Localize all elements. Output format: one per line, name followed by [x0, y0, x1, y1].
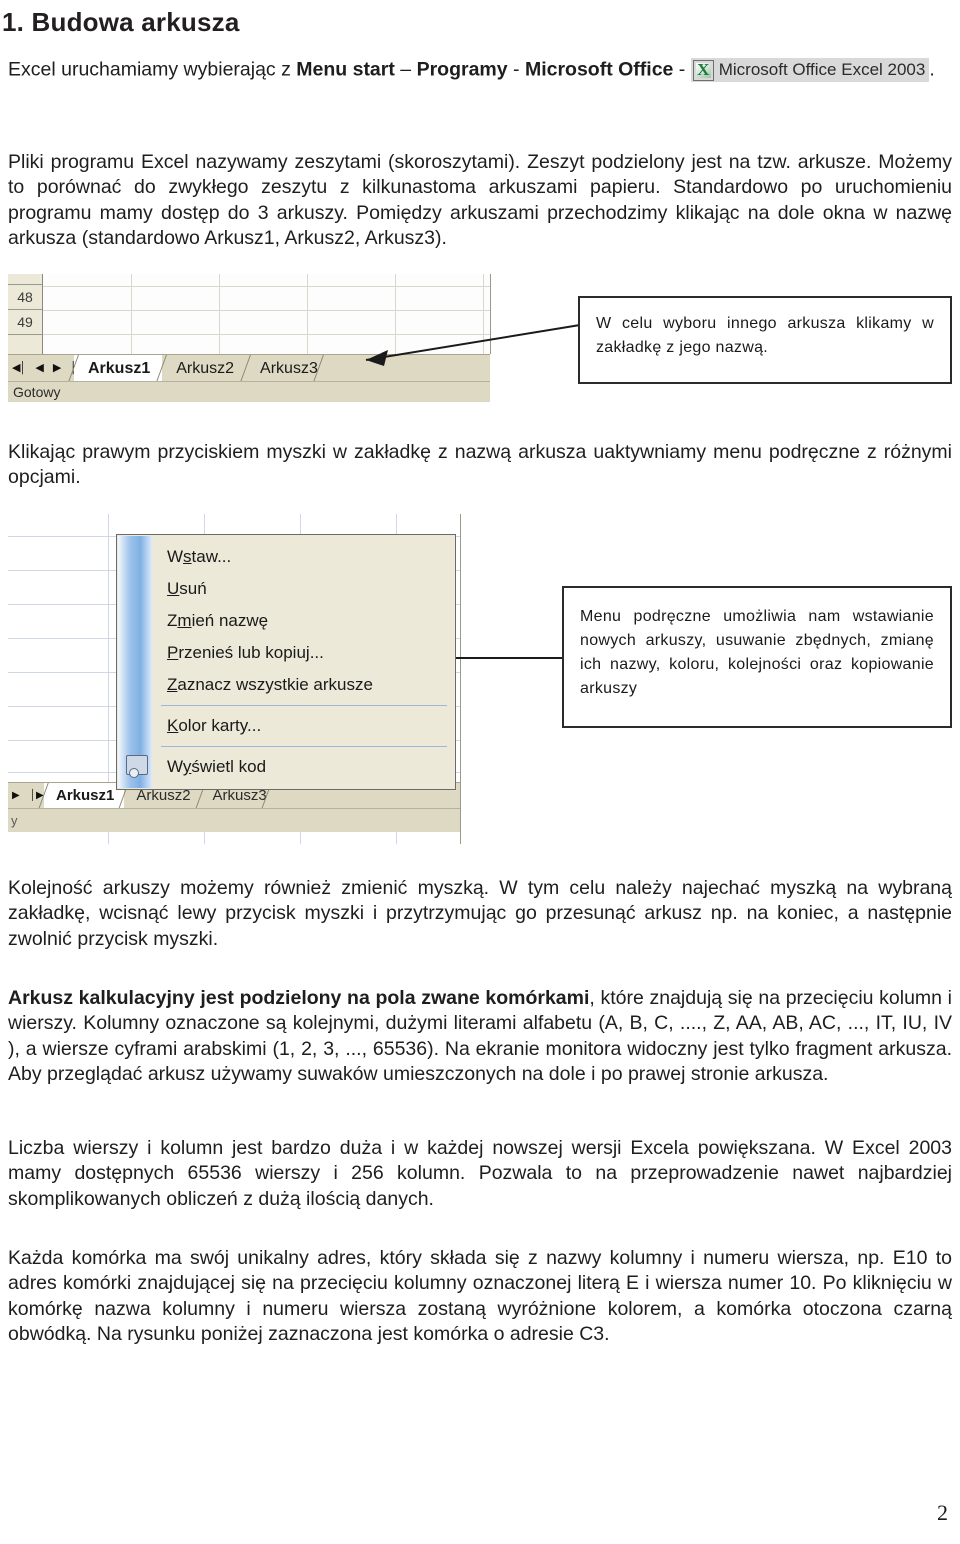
- menu-item-pre: W: [167, 547, 184, 566]
- menu-item-kolor-karty[interactable]: Kolor karty...: [117, 710, 455, 742]
- intro-bold-microsoft-office: Microsoft Office: [524, 58, 674, 81]
- callout-text: W celu wyboru innego arkusza klikamy w z…: [596, 315, 934, 356]
- menu-item-post: taw...: [191, 547, 232, 566]
- intro-dash-1: –: [394, 58, 417, 81]
- excel-row-headers: 48 49: [8, 274, 43, 354]
- paragraph-cells: Arkusz kalkulacyjny jest podzielony na p…: [8, 986, 952, 1087]
- excel-grid-fragment: 48 49: [8, 274, 491, 354]
- sheet-context-menu: Wstaw... Usuń Zmień nazwę Przenieś lub k…: [116, 534, 456, 790]
- paragraph-workbook-sheets: Pliki programu Excel nazywamy zeszytami …: [8, 151, 952, 250]
- sheet-tab-label: Arkusz2: [176, 360, 235, 377]
- excel-status-bar: Gotowy: [8, 381, 490, 402]
- intro-trailing-period: .: [929, 58, 935, 81]
- menu-item-wyswietl-kod[interactable]: Wyświetl kod: [117, 751, 455, 783]
- menu-item-mnemonic: m: [177, 611, 192, 630]
- menu-item-wstaw[interactable]: Wstaw...: [117, 541, 455, 573]
- view-code-icon: [126, 755, 148, 778]
- excel-entry-label: Microsoft Office Excel 2003: [718, 60, 926, 79]
- excel-cells-area: [43, 274, 490, 354]
- menu-item-mnemonic: K: [167, 716, 179, 735]
- paragraph-cells-bold-lead: Arkusz kalkulacyjny jest podzielony na p…: [8, 987, 590, 1009]
- excel-status-bar-2: y: [8, 808, 460, 832]
- intro-text-before: Excel uruchamiamy wybierając z: [8, 58, 297, 81]
- sheet-tab-arkusz1[interactable]: Arkusz1: [68, 355, 163, 382]
- menu-item-post: ień nazwę: [191, 611, 269, 630]
- menu-item-post: rzenieś lub kopiuj...: [178, 643, 324, 662]
- document-page: 1. Budowa arkusza Excel uruchamiamy wybi…: [0, 8, 960, 1544]
- excel-icon: [692, 59, 714, 81]
- row-header-48[interactable]: 48: [8, 285, 42, 310]
- excel-sheet-tab-bar: ◀│ ◀ ▶ │▶ Arkusz1 Arkusz2 Arkusz3: [8, 354, 490, 382]
- menu-item-post: olor karty...: [178, 716, 262, 735]
- intro-dash-2: -: [507, 58, 525, 81]
- paragraph-rows-columns-count: Liczba wierszy i kolumn jest bardzo duża…: [8, 1137, 952, 1210]
- callout-box-select-sheet: W celu wyboru innego arkusza klikamy w z…: [578, 296, 952, 384]
- row-header-partial: [8, 274, 42, 285]
- menu-item-przenies-lub-kopiuj[interactable]: Przenieś lub kopiuj...: [117, 637, 455, 669]
- menu-item-mnemonic: P: [167, 643, 179, 662]
- sheet-tab-arkusz2[interactable]: Arkusz2: [156, 355, 247, 382]
- row-header-49[interactable]: 49: [8, 310, 42, 335]
- menu-item-pre: Z: [167, 611, 178, 630]
- sheet-nav-buttons: ◀│ ◀ ▶ │▶: [12, 359, 85, 377]
- menu-item-zaznacz-wszystkie-arkusze[interactable]: Zaznacz wszystkie arkusze: [117, 669, 455, 701]
- sheet-tab-label: Arkusz3: [260, 360, 318, 377]
- sheet-tab-arkusz3[interactable]: Arkusz3: [240, 355, 330, 382]
- page-number: 2: [937, 1500, 948, 1525]
- paragraph-reorder-sheets: Kolejność arkuszy możemy również zmienić…: [8, 877, 952, 950]
- sheet-nav-buttons-2: ▶ │▶: [12, 787, 44, 805]
- paragraph-cell-address: Każda komórka ma swój unikalny adres, kt…: [8, 1247, 952, 1346]
- first-sheet-icon[interactable]: ◀│: [12, 359, 26, 377]
- menu-item-post: aznacz wszystkie arkusze: [177, 675, 373, 694]
- menu-item-usun[interactable]: Usuń: [117, 573, 455, 605]
- menu-item-mnemonic: s: [183, 547, 192, 566]
- menu-separator-1: [161, 705, 447, 706]
- figure-context-menu: ▶ │▶ Arkusz1 Arkusz2 Arkusz3 y Wstaw... …: [8, 514, 461, 844]
- menu-item-pre: W: [167, 757, 183, 776]
- next-sheet-icon[interactable]: ▶: [12, 787, 20, 805]
- excel-start-menu-entry: Microsoft Office Excel 2003: [690, 58, 930, 83]
- previous-sheet-icon[interactable]: ◀: [35, 359, 44, 377]
- sheet-tab-arkusz1[interactable]: Arkusz1: [38, 783, 125, 809]
- intro-bold-menu-start: Menu start: [296, 58, 395, 81]
- page-title: 1. Budowa arkusza: [2, 7, 240, 37]
- menu-item-mnemonic: Z: [167, 675, 178, 694]
- menu-item-post: suń: [179, 579, 207, 598]
- paragraph-context-menu-intro: Klikając prawym przyciskiem myszki w zak…: [8, 441, 952, 489]
- intro-bold-programy: Programy: [416, 58, 508, 81]
- menu-item-post: świetl kod: [191, 757, 267, 776]
- sheet-tab-label: Arkusz1: [88, 360, 151, 377]
- intro-paragraph: Excel uruchamiamy wybierając z Menu star…: [8, 56, 952, 83]
- sheet-tabs: Arkusz1 Arkusz2 Arkusz3: [68, 355, 330, 382]
- figure-sheet-tabs: 48 49 ◀│ ◀ ▶ │▶ Arkusz1 Arkusz2 Arkusz3 …: [8, 274, 491, 402]
- sheet-tab-label: Arkusz1: [56, 787, 115, 804]
- menu-item-zmien-nazwe[interactable]: Zmień nazwę: [117, 605, 455, 637]
- menu-separator-2: [161, 746, 447, 747]
- callout-text: Menu podręczne umożliwia nam wstawianie …: [580, 608, 934, 697]
- callout-box-context-menu: Menu podręczne umożliwia nam wstawianie …: [562, 586, 952, 728]
- menu-item-mnemonic: U: [167, 579, 180, 598]
- intro-dash-3: -: [673, 58, 691, 81]
- next-sheet-icon[interactable]: ▶: [53, 359, 62, 377]
